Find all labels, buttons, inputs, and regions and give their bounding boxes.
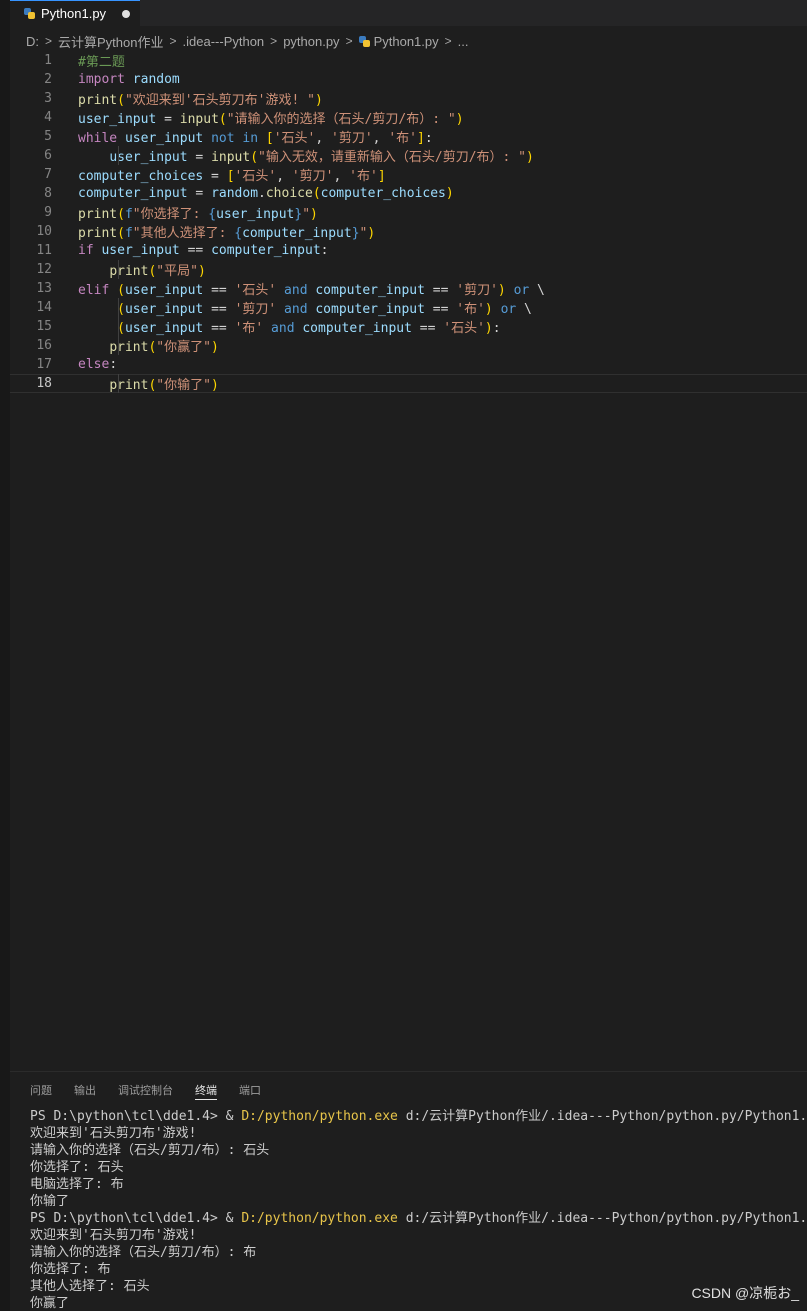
code-line[interactable]: 8 computer_input = random.choice(computer… [10,184,807,203]
chevron-right-icon: > [345,34,353,48]
unsaved-dot-icon[interactable] [122,9,131,18]
line-number: 16 [36,338,52,353]
code-line[interactable]: 12 print("平局") [10,260,807,279]
line-text: user_input = input("输入无效，请重新输入（石头/剪刀/布）:… [109,150,534,165]
line-text: while user_input not in ['石头', '剪刀', '布'… [78,131,433,146]
line-number: 12 [36,262,52,277]
terminal-output[interactable]: PS D:\python\tcl\dde1.4> & D:/python/pyt… [30,1108,807,1311]
line-number: 3 [44,91,52,106]
line-text: print("你输了") [109,378,219,393]
indent-guide [118,374,119,393]
line-text: print("你赢了") [109,340,219,355]
line-number: 4 [44,110,52,125]
breadcrumb-python-py[interactable]: python.py [283,34,339,49]
line-number: 14 [36,300,52,315]
code-line[interactable]: 18 print("你输了") [10,374,807,393]
indent-guide [118,260,119,279]
line-number: 1 [44,53,52,68]
panel-tab[interactable]: 端口 [239,1082,261,1100]
terminal-line: 欢迎来到'石头剪刀布'游戏! [30,1126,197,1141]
line-text: if user_input == computer_input: [78,243,329,258]
line-text: print(f"你选择了: {user_input}") [78,207,318,222]
line-text: user_input = input("请输入你的选择（石头/剪刀/布）: ") [78,112,464,127]
code-line[interactable]: 16 print("你赢了") [10,336,807,355]
terminal-line: 请输入你的选择（石头/剪刀/布）: 石头 [30,1143,270,1158]
panel-tab[interactable]: 终端 [195,1082,217,1100]
code-line[interactable]: 10 print(f"其他人选择了: {computer_input}") [10,222,807,241]
code-line[interactable]: 15 (user_input == '布' and computer_input… [10,317,807,336]
terminal-line: 请输入你的选择（石头/剪刀/布）: 布 [30,1245,257,1260]
indent-guide [118,298,119,355]
line-number: 13 [36,281,52,296]
terminal-line: PS D:\python\tcl\dde1.4> & D:/python/pyt… [30,1211,807,1226]
line-number: 2 [44,72,52,87]
code-line[interactable]: 5 while user_input not in ['石头', '剪刀', '布… [10,127,807,146]
code-line[interactable]: 4 user_input = input("请输入你的选择（石头/剪刀/布）: "… [10,108,807,127]
terminal-line: 你输了 [30,1194,70,1209]
code-editor[interactable]: 1 #第二题 2 import random 3 print("欢迎来到'石头剪刀布'游戏… [10,51,807,1071]
python-file-icon [24,8,35,19]
panel-tab-bar: 问题 输出 调试控制台 终端 端口 [30,1082,261,1100]
line-text: print(f"其他人选择了: {computer_input}") [78,226,376,241]
line-text: computer_choices = ['石头', '剪刀', '布'] [78,169,386,184]
line-number: 10 [36,224,52,239]
terminal-line: 你选择了: 石头 [30,1160,124,1175]
activity-strip [0,0,10,1311]
code-line[interactable]: 2 import random [10,70,807,89]
csdn-watermark: CSDN @凉栀お_ [691,1285,799,1301]
breadcrumb: D: > 云计算Python作业 > .idea---Python > pyth… [26,31,468,51]
line-text: (user_input == '布' and computer_input ==… [117,321,501,336]
line-text: elif (user_input == '石头' and computer_in… [78,283,545,298]
breadcrumb-idea[interactable]: .idea---Python [183,34,265,49]
code-line[interactable]: 11 if user_input == computer_input: [10,241,807,260]
line-number: 5 [44,129,52,144]
chevron-right-icon: > [45,34,53,48]
terminal-line: 电脑选择了: 布 [30,1177,124,1192]
chevron-right-icon: > [169,34,177,48]
code-line[interactable]: 17 else: [10,355,807,374]
breadcrumb-folder[interactable]: 云计算Python作业 [58,32,163,51]
line-number: 7 [44,167,52,182]
line-number: 18 [36,376,52,391]
line-text: computer_input = random.choice(computer_… [78,186,454,201]
breadcrumb-drive[interactable]: D: [26,34,39,49]
line-text: #第二题 [78,55,125,70]
line-number: 17 [36,357,52,372]
line-text: else: [78,357,118,372]
code-line[interactable]: 9 print(f"你选择了: {user_input}") [10,203,807,222]
indent-guide [118,146,119,165]
line-text: (user_input == '剪刀' and computer_input =… [117,302,532,317]
terminal-line: 其他人选择了: 石头 [30,1279,150,1294]
terminal-line: PS D:\python\tcl\dde1.4> & D:/python/pyt… [30,1109,807,1124]
code-line[interactable]: 1 #第二题 [10,51,807,70]
panel-tab[interactable]: 输出 [74,1082,96,1100]
chevron-right-icon: > [270,34,278,48]
line-text: print("平局") [109,264,206,279]
editor-tab-bar: Python1.py [10,0,807,26]
python-file-icon [358,35,370,47]
terminal-line: 你选择了: 布 [30,1262,111,1277]
panel-tab[interactable]: 调试控制台 [118,1082,173,1100]
line-number: 11 [36,243,52,258]
breadcrumb-file[interactable]: Python1.py [374,34,439,49]
code-line[interactable]: 14 (user_input == '剪刀' and computer_inpu… [10,298,807,317]
line-number: 6 [44,148,52,163]
terminal-line: 你赢了 [30,1296,70,1311]
tab-label: Python1.py [41,6,107,21]
chevron-right-icon: > [444,34,452,48]
line-number: 9 [44,205,52,220]
bottom-panel: 问题 输出 调试控制台 终端 端口 PS D:\python\tcl\dde1.4> &… [10,1071,807,1311]
line-number: 15 [36,319,52,334]
terminal-line: 欢迎来到'石头剪刀布'游戏! [30,1228,197,1243]
code-line[interactable]: 6 user_input = input("输入无效，请重新输入（石头/剪刀/布… [10,146,807,165]
code-line[interactable]: 3 print("欢迎来到'石头剪刀布'游戏! ") [10,89,807,108]
line-text: import random [78,72,180,87]
code-line[interactable]: 13 elif (user_input == '石头' and computer_… [10,279,807,298]
code-line[interactable]: 7 computer_choices = ['石头', '剪刀', '布'] [10,165,807,184]
line-number: 8 [44,186,52,201]
line-text: print("欢迎来到'石头剪刀布'游戏! ") [78,93,323,108]
tab-python1[interactable]: Python1.py [10,0,141,26]
panel-tab[interactable]: 问题 [30,1082,52,1100]
breadcrumb-more[interactable]: ... [458,34,469,49]
